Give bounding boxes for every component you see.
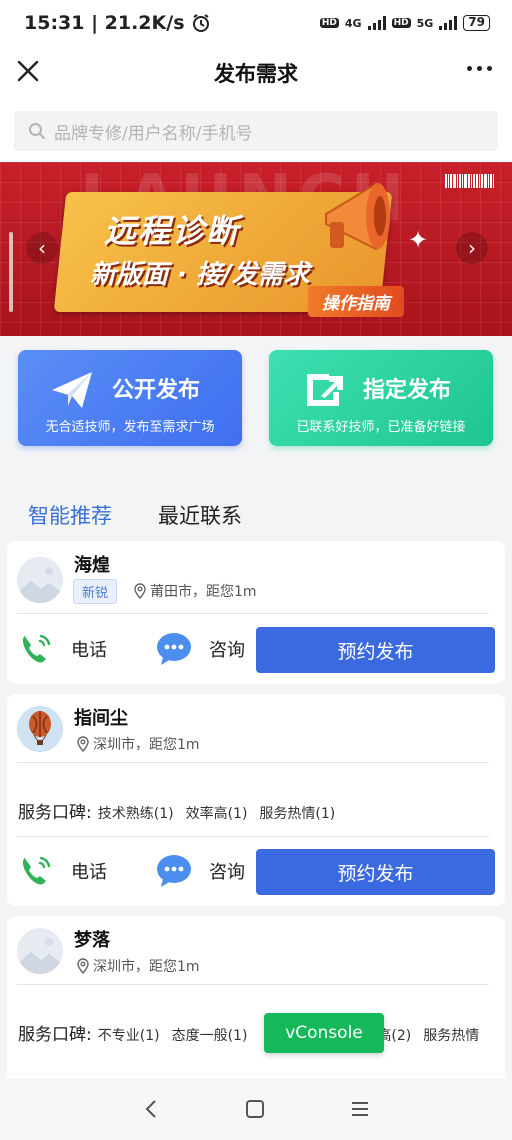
phone-icon bbox=[22, 856, 51, 885]
location-pin-icon bbox=[77, 736, 89, 752]
chat-bubble-icon bbox=[157, 855, 191, 887]
promo-banner[interactable]: LAUNCH ‹ 远程诊断 新版面 · 接/发需求 ✦ 操作指南 › bbox=[0, 162, 512, 336]
public-publish-button[interactable]: 公开发布 无合适技师，发布至需求广场 bbox=[18, 350, 242, 446]
phone-button[interactable]: 电话 bbox=[17, 847, 107, 895]
public-publish-subtitle: 无合适技师，发布至需求广场 bbox=[45, 420, 215, 435]
home-icon[interactable] bbox=[244, 1098, 266, 1120]
action-row: 电话 咨询 预约发布 bbox=[7, 847, 505, 895]
review-tag: 服务热情 bbox=[423, 1028, 480, 1044]
status-left: 15:31 | 21.2K/s bbox=[24, 12, 211, 34]
reputation-label: 服务口碑: bbox=[18, 803, 92, 823]
page-title: 发布需求 bbox=[214, 62, 298, 86]
location: 莆田市，距您1m bbox=[133, 581, 257, 601]
action-row: 电话 咨询 预约发布 bbox=[7, 625, 505, 673]
divider bbox=[17, 836, 489, 837]
consult-button[interactable]: 咨询 bbox=[155, 847, 245, 895]
location: 深圳市，距您1m bbox=[76, 956, 200, 976]
status-bar: 15:31 | 21.2K/s HD 4G HD 5G 79 bbox=[0, 0, 512, 46]
review-tag: 效率高(1) bbox=[185, 806, 248, 822]
location-pin-icon bbox=[77, 958, 89, 974]
time-speed: 15:31 | 21.2K/s bbox=[24, 12, 185, 34]
direct-publish-title: 指定发布 bbox=[363, 378, 452, 403]
back-icon[interactable] bbox=[141, 1098, 161, 1120]
consult-label: 咨询 bbox=[209, 640, 245, 661]
battery-icon: 79 bbox=[463, 15, 490, 31]
banner-subheadline: 新版面 · 接/发需求 bbox=[90, 260, 310, 290]
location-text: 深圳市，距您1m bbox=[93, 737, 200, 753]
signal-icon-1 bbox=[367, 16, 386, 30]
phone-label: 电话 bbox=[71, 862, 107, 883]
direct-publish-button[interactable]: 指定发布 已联系好技师，已准备好链接 bbox=[269, 350, 493, 446]
vconsole-button[interactable]: vConsole bbox=[264, 1013, 384, 1053]
consult-button[interactable]: 咨询 bbox=[155, 625, 245, 673]
avatar bbox=[17, 557, 63, 603]
menu-icon[interactable] bbox=[349, 1098, 371, 1120]
placeholder-image-icon bbox=[17, 928, 63, 974]
book-publish-button[interactable]: 预约发布 bbox=[256, 849, 495, 895]
paper-plane-icon bbox=[52, 372, 92, 408]
consult-label: 咨询 bbox=[209, 862, 245, 883]
public-publish-title: 公开发布 bbox=[112, 378, 201, 403]
banner-scroll-indicator bbox=[9, 232, 13, 312]
tab-recent-contacts[interactable]: 最近联系 bbox=[158, 500, 242, 530]
review-tag: 态度一般(1) bbox=[171, 1028, 248, 1044]
reputation-row: 服务口碑: 不专业(1) 态度一般(1) 高(2) 服务热情 bbox=[18, 1020, 491, 1045]
book-publish-button[interactable]: 预约发布 bbox=[256, 627, 495, 673]
megaphone-icon bbox=[325, 182, 390, 251]
technician-name: 海煌 bbox=[74, 555, 110, 576]
search-placeholder: 品牌专修/用户名称/手机号 bbox=[54, 123, 253, 144]
phone-button[interactable]: 电话 bbox=[17, 625, 107, 673]
barcode-icon bbox=[445, 174, 494, 188]
alarm-icon bbox=[192, 14, 209, 32]
status-right: HD 4G HD 5G 79 bbox=[319, 15, 490, 31]
technician-name: 梦落 bbox=[74, 930, 110, 951]
recommend-tabs: 智能推荐 最近联系 bbox=[28, 500, 242, 530]
sparkle-icon: ✦ bbox=[408, 226, 429, 254]
phone-icon bbox=[22, 634, 51, 663]
close-icon[interactable] bbox=[14, 57, 42, 85]
hd-badge-2: HD bbox=[391, 18, 411, 28]
guide-button[interactable]: 操作指南 bbox=[308, 286, 404, 317]
reputation-row: 服务口碑: 技术熟练(1) 效率高(1) 服务热情(1) bbox=[18, 798, 347, 823]
hot-air-balloon-icon bbox=[17, 706, 63, 752]
location-text: 深圳市，距您1m bbox=[93, 959, 200, 975]
direct-publish-subtitle: 已联系好技师，已准备好链接 bbox=[296, 420, 466, 435]
technician-card: 指间尘 深圳市，距您1m 服务口碑: 技术熟练(1) 效率高(1) 服务热情(1… bbox=[7, 694, 505, 906]
search-icon bbox=[29, 123, 45, 139]
banner-prev-button[interactable]: ‹ bbox=[26, 232, 58, 264]
network-4g: 4G bbox=[344, 16, 362, 30]
banner-headline: 远程诊断 bbox=[104, 212, 241, 250]
location-pin-icon bbox=[134, 583, 146, 599]
divider bbox=[17, 613, 489, 614]
location-text: 莆田市，距您1m bbox=[150, 584, 257, 600]
signal-icon-2 bbox=[439, 16, 458, 30]
avatar bbox=[17, 928, 63, 974]
chat-bubble-icon bbox=[157, 633, 191, 665]
tab-smart-recommend[interactable]: 智能推荐 bbox=[28, 500, 112, 530]
nav-bar: 发布需求 bbox=[0, 46, 512, 100]
review-tag: 技术熟练(1) bbox=[97, 806, 174, 822]
share-arrow-icon bbox=[307, 374, 343, 406]
banner-next-button[interactable]: › bbox=[456, 232, 488, 264]
reputation-label: 服务口碑: bbox=[18, 1025, 92, 1045]
status-badge: 新锐 bbox=[73, 579, 118, 604]
location: 深圳市，距您1m bbox=[76, 734, 200, 754]
hd-badge-1: HD bbox=[319, 18, 339, 28]
more-icon[interactable] bbox=[467, 66, 492, 71]
review-tag: 服务热情(1) bbox=[259, 806, 336, 822]
divider bbox=[17, 762, 489, 763]
phone-label: 电话 bbox=[71, 640, 107, 661]
search-bar: 品牌专修/用户名称/手机号 bbox=[0, 100, 512, 162]
placeholder-image-icon bbox=[17, 557, 63, 603]
avatar bbox=[17, 706, 63, 752]
review-tag: 不专业(1) bbox=[97, 1028, 160, 1044]
divider bbox=[17, 984, 489, 985]
technician-name: 指间尘 bbox=[74, 708, 128, 729]
system-nav-bar bbox=[0, 1078, 512, 1140]
technician-card: 梦落 深圳市，距您1m 服务口碑: 不专业(1) 态度一般(1) 高(2) 服务… bbox=[7, 916, 505, 1086]
search-input[interactable]: 品牌专修/用户名称/手机号 bbox=[14, 111, 498, 151]
network-5g: 5G bbox=[416, 16, 434, 30]
technician-card: 海煌 新锐 莆田市，距您1m 电话 咨询 预约发布 bbox=[7, 541, 505, 684]
